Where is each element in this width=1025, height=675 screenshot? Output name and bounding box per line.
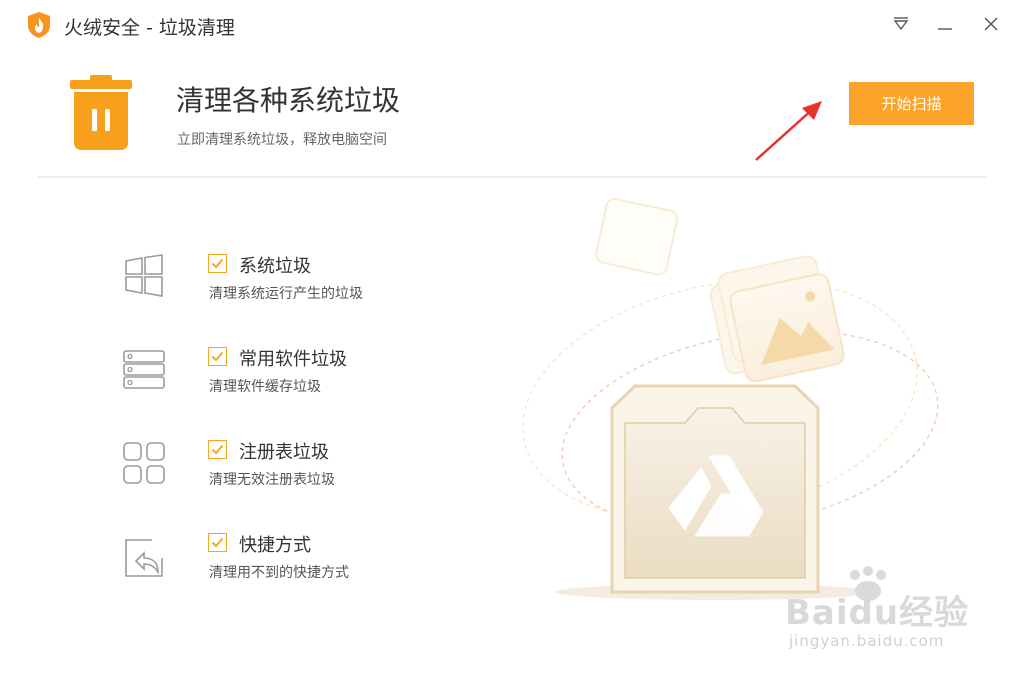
item-description: 清理用不到的快捷方式 [209, 565, 349, 581]
title-bar: 火绒安全 - 垃圾清理 [0, 0, 1025, 52]
junk-box-illustration [522, 197, 939, 600]
registry-grid-icon [123, 442, 165, 484]
item-label: 注册表垃圾 [239, 442, 329, 463]
checkbox-system-junk[interactable] [208, 254, 227, 273]
header-divider [38, 176, 987, 178]
watermark-main: Baidu经验 [785, 593, 970, 633]
item-description: 清理系统运行产生的垃圾 [209, 286, 363, 302]
flame-shield-icon [28, 12, 50, 38]
minimize-icon[interactable] [933, 12, 957, 36]
watermark: Baidu经验 jingyan.baidu.com [785, 566, 985, 660]
page-title: 清理各种系统垃圾 [176, 84, 401, 117]
trash-can-icon [70, 75, 132, 150]
start-scan-button[interactable]: 开始扫描 [849, 82, 974, 125]
server-stack-icon [123, 350, 165, 389]
item-label: 快捷方式 [239, 535, 311, 556]
annotation-arrow [755, 101, 822, 161]
windows-icon [125, 254, 163, 297]
close-icon[interactable] [979, 12, 1003, 36]
list-item-shortcuts: 快捷方式 清理用不到的快捷方式 [0, 524, 500, 594]
checkbox-registry-junk[interactable] [208, 440, 227, 459]
list-item-system-junk: 系统垃圾 清理系统运行产生的垃圾 [0, 245, 500, 315]
item-description: 清理软件缓存垃圾 [209, 379, 321, 395]
shortcut-icon [125, 539, 163, 577]
checkbox-software-junk[interactable] [208, 347, 227, 366]
item-label: 常用软件垃圾 [239, 349, 347, 370]
item-description: 清理无效注册表垃圾 [209, 472, 335, 488]
page-subtitle: 立即清理系统垃圾，释放电脑空间 [177, 132, 387, 148]
item-label: 系统垃圾 [239, 256, 311, 277]
watermark-sub: jingyan.baidu.com [789, 632, 945, 650]
list-item-software-junk: 常用软件垃圾 清理软件缓存垃圾 [0, 338, 500, 408]
window-title: 火绒安全 - 垃圾清理 [64, 17, 235, 39]
menu-down-triangle-icon[interactable] [889, 12, 913, 36]
checkbox-shortcuts[interactable] [208, 533, 227, 552]
list-item-registry-junk: 注册表垃圾 清理无效注册表垃圾 [0, 431, 500, 501]
